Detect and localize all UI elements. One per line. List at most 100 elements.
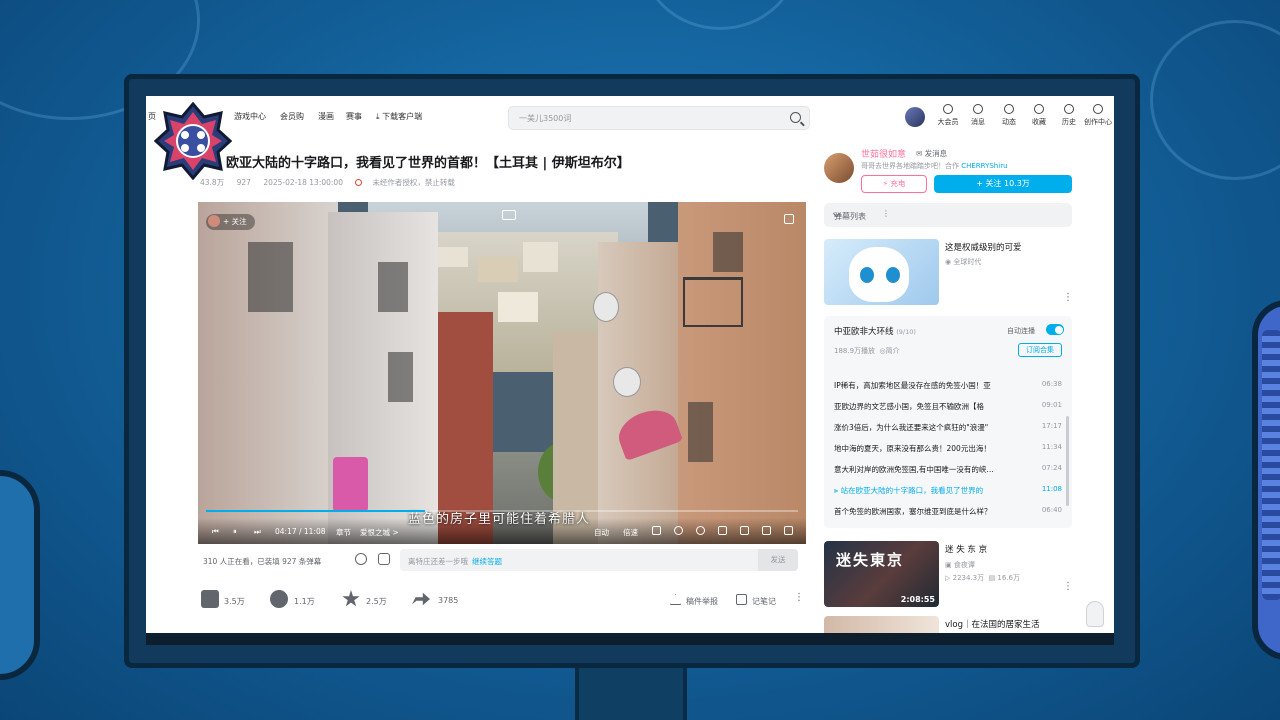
like-icon[interactable] [201,590,219,608]
share-count: 3785 [438,596,459,605]
uploader-mini-avatar [208,215,220,227]
search-input[interactable]: 一美儿3500词 [519,113,571,124]
nav-messages[interactable]: 消息 [964,104,992,127]
playlist-scrollbar[interactable] [1066,416,1069,506]
widescreen-icon[interactable] [740,526,749,535]
playback-speed[interactable]: 倍速 [623,527,638,538]
playlist-item-current[interactable]: ⫸ 站在欧亚大陆的十字路口，我看见了世界的 11:08 [834,481,1062,499]
picture-in-picture-icon[interactable] [502,210,516,220]
chapter-label[interactable]: 章节 [336,527,351,538]
playlist-intro[interactable]: 简介 [886,347,900,355]
playlist-item[interactable]: IP稀有，高加索地区最没存在感的免签小国！亚 06:38 [834,376,1062,394]
recommend-title[interactable]: 迷 失 东 京 [945,543,987,555]
playlist-item-title: 首个免签的欧洲国家，塞尔维亚到底是什么样？ [834,507,992,516]
favorite-icon[interactable] [342,590,360,607]
nav-events[interactable]: 赛事 [346,111,362,122]
nav-history[interactable]: 历史 [1055,104,1083,127]
playlist-item[interactable]: 意大利对岸的欧洲免签国,有中国唯一没有的峡… 07:24 [834,460,1062,478]
nav-creator-center[interactable]: 创作中心 [1084,104,1112,127]
user-avatar[interactable] [905,107,925,127]
continue-quiz-link[interactable]: 继续答题 [472,557,502,566]
nav-game-center[interactable]: 游戏中心 [234,111,266,122]
ad-title[interactable]: 这是权威级别的可爱 [945,241,1022,253]
volume-icon[interactable] [674,526,683,535]
uploader-name[interactable]: 世茹很如意 [861,147,906,160]
recommend-duration: 2:08:55 [900,595,935,604]
playlist-item-title: 亚欧边界的文艺感小国，免签且不输欧洲【格 [834,402,984,411]
recommend-title[interactable]: vlog｜在法国的居家生活 [945,618,1040,630]
playlist-item[interactable]: 首个免签的欧洲国家，塞尔维亚到底是什么样？ 06:40 [834,502,1062,520]
subscribe-playlist-button[interactable]: 订阅合集 [1018,343,1062,357]
nav-vip[interactable]: 大会员 [934,104,962,127]
report-label[interactable]: 稿件举报 [686,596,718,607]
danmaku-input[interactable]: 离特庄还差一步哦 继续答题 发送 [400,549,798,571]
recommend-stats: ▷ 2234.3万 ▤ 16.6万 [945,573,1020,583]
recommend-thumbnail[interactable]: 迷失東京 2:08:55 [824,541,939,607]
danmaku-toggle-icon[interactable] [355,553,367,565]
fullscreen-icon[interactable] [784,526,793,535]
progress-bar[interactable] [206,510,798,512]
settings-icon[interactable] [696,526,705,535]
nav-member-shop[interactable]: 会员购 [280,111,304,122]
notes-icon[interactable] [736,594,747,605]
video-player[interactable]: + 关注 蓝色的房子里可能住着希腊人 ⏮ ⏸ ⏭ 04:17 / 11:08 章… [198,202,806,544]
web-fullscreen-icon[interactable] [762,526,771,535]
nav-dynamics[interactable]: 动态 [995,104,1023,127]
video-scene-window [388,352,413,402]
danmaku-list-menu-icon[interactable]: ⋮ [882,209,890,218]
watching-count: 310 人正在看，已装填 927 条弹幕 [203,557,322,566]
more-options-icon[interactable]: ⋮ [794,592,804,603]
ad-character-eye [886,267,900,283]
pause-icon[interactable]: ⏸ [233,527,237,537]
next-icon[interactable]: ⏭ [254,527,261,537]
quality-auto[interactable]: 自动 [594,527,609,538]
playlist-item[interactable]: 地中海的夏天，原来没有那么贵！200元出海！ 11:34 [834,439,1062,457]
video-scene-house [498,292,538,322]
ad-character-face [849,247,909,302]
warning-icon[interactable] [670,594,681,605]
video-meta: 43.8万 927 2025-02-18 13:00:00 未经作者授权，禁止转… [200,177,475,188]
danmaku-input-placeholder: 离特庄还差一步哦 [408,557,468,566]
notes-label[interactable]: 记笔记 [752,596,776,607]
charge-button[interactable]: ⚡ 充电 [861,175,927,193]
ad-thumbnail[interactable] [824,239,939,305]
player-menu-icon[interactable] [784,214,794,224]
recommend-more-icon[interactable]: ⋮ [1063,581,1073,592]
danmaku-list-toggle[interactable]: 弹幕列表 ⋮ [824,203,1072,227]
subtitle-toggle-icon[interactable] [652,526,661,535]
playlist-item-title: ⫸ 站在欧亚大陆的十字路口，我看见了世界的 [834,485,1029,496]
send-danmaku-button[interactable]: 发送 [758,549,798,571]
copyright-notice: 未经作者授权，禁止转载 [372,178,455,187]
mascot-icon[interactable] [1086,601,1104,627]
ad-more-icon[interactable]: ⋮ [1063,292,1073,303]
search-box[interactable]: 一美儿3500词 [508,106,810,130]
playlist-item[interactable]: 涨价3倍后，为什么我还要来这个疯狂的"浪漫" 17:17 [834,418,1062,436]
send-message-link[interactable]: ✉ 发消息 [916,148,947,159]
uploader-avatar[interactable] [824,153,854,183]
coin-icon[interactable] [270,590,288,608]
autoplay-toggle[interactable] [1046,324,1064,335]
nav-manga[interactable]: 漫画 [318,111,334,122]
follow-button[interactable]: + 关注 10.3万 [934,175,1072,193]
playlist-title-row[interactable]: 中亚欧非大环线 (9/10) [834,325,916,337]
prev-icon[interactable]: ⏮ [212,527,219,537]
search-icon[interactable] [790,112,801,123]
monitor-bezel-bottom [146,633,1114,645]
recommend-uploader[interactable]: ▣ 食夜谭 [945,560,975,570]
message-icon [973,104,983,114]
uploader-contact: CHERRYShiru [961,162,1008,170]
playlist-item-duration: 06:38 [1041,380,1062,388]
nav-download-client[interactable]: ⤓ 下载客户端 [376,111,422,122]
player-uploader-follow[interactable]: + 关注 [206,214,255,230]
nav-vip-label: 大会员 [937,118,959,126]
share-icon[interactable] [412,592,430,606]
recommend-thumbnail[interactable] [824,616,939,633]
playlist-item[interactable]: 亚欧边界的文艺感小国，免签且不输欧洲【格 09:01 [834,397,1062,415]
danmaku-settings-icon[interactable] [378,553,390,565]
playlist-item-title: 地中海的夏天，原来没有那么贵！200元出海！ [834,444,991,453]
chapter-name[interactable]: 爱恨之城 > [360,527,399,538]
top-navigation: 页 游戏中心 会员购 漫画 赛事 ⤓ 下载客户端 一美儿3500词 大会员 消息… [146,96,1114,136]
playlist-item-title: IP稀有，高加索地区最没存在感的免签小国！亚 [834,381,991,390]
pip-icon[interactable] [718,526,727,535]
nav-favorites[interactable]: 收藏 [1025,104,1053,127]
